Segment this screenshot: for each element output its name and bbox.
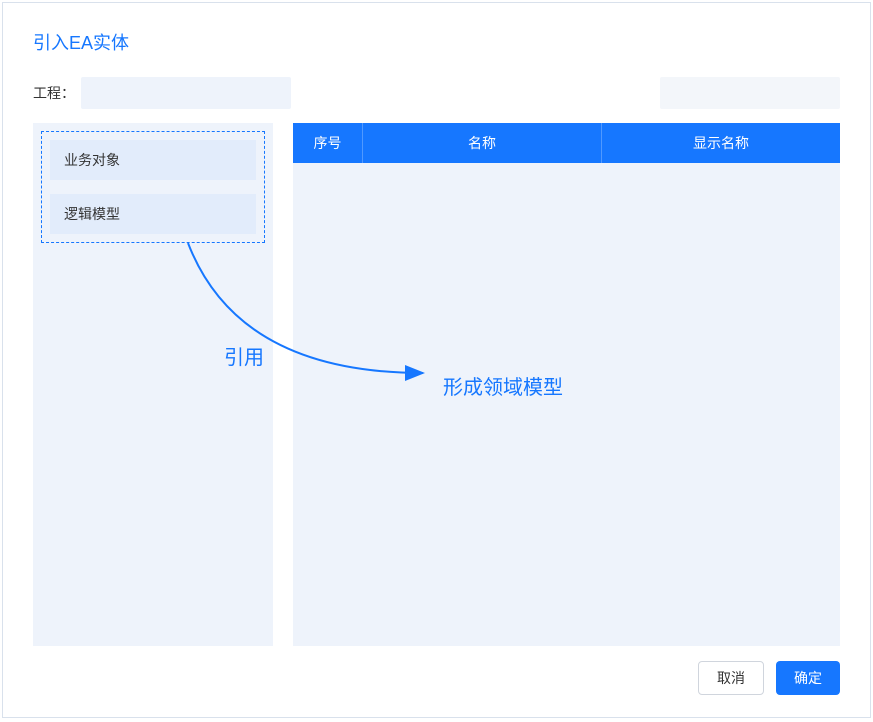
confirm-button-label: 确定 (794, 670, 822, 686)
sidebar-highlight-box: 业务对象 逻辑模型 (41, 131, 265, 243)
sidebar-item-logical-model[interactable]: 逻辑模型 (50, 194, 256, 234)
sidebar-item-label: 逻辑模型 (64, 204, 120, 224)
th-name: 名称 (363, 123, 602, 163)
confirm-button[interactable]: 确定 (776, 661, 840, 695)
search-input[interactable] (680, 85, 861, 101)
sidebar-item-business-object[interactable]: 业务对象 (50, 140, 256, 180)
cancel-button[interactable]: 取消 (698, 661, 764, 695)
table-header: 序号 名称 显示名称 (293, 123, 840, 163)
cancel-button-label: 取消 (717, 670, 745, 686)
dialog-footer: 取消 确定 (698, 661, 840, 695)
table-body (293, 163, 840, 646)
project-input[interactable] (81, 77, 291, 109)
search-box[interactable] (660, 77, 840, 109)
th-display-name: 显示名称 (602, 123, 840, 163)
th-seq: 序号 (293, 123, 363, 163)
main-panel: 序号 名称 显示名称 (293, 123, 840, 646)
content-area: 业务对象 逻辑模型 序号 名称 显示名称 (33, 123, 840, 646)
sidebar: 业务对象 逻辑模型 (33, 123, 273, 646)
sidebar-item-label: 业务对象 (64, 150, 120, 170)
project-label: 工程： (33, 83, 75, 103)
top-row: 工程： (33, 77, 840, 109)
dialog-title: 引入EA实体 (33, 29, 840, 55)
dialog-container: 引入EA实体 工程： 业务对象 逻辑模型 序号 (2, 2, 871, 718)
